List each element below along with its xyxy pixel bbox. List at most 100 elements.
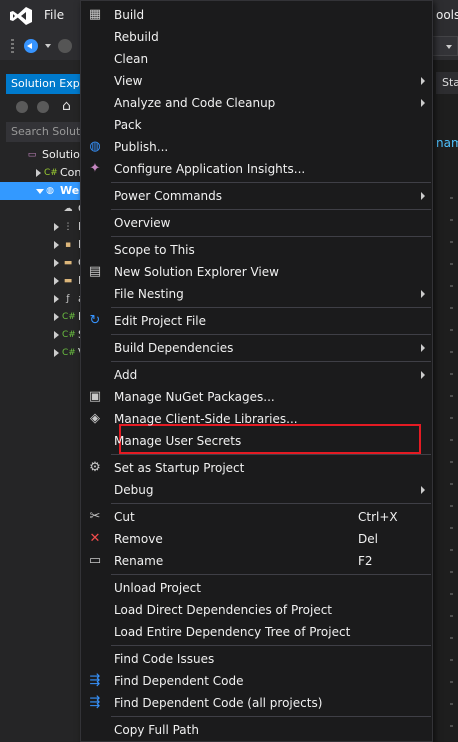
menu-item-find-dependent-code-all-projects[interactable]: ⇶ Find Dependent Code (all projects) [81,692,432,714]
menu-item-manage-nuget-packages[interactable]: ▣ Manage NuGet Packages... [81,386,432,408]
tab-startup[interactable]: Sta [436,72,458,94]
connected-services-icon: ☁ [63,204,73,214]
collapsed-arrow-icon[interactable] [54,349,59,357]
menu-item-label: Find Dependent Code [114,674,244,688]
tree-item[interactable]: ▬C [0,254,80,272]
tree-item[interactable]: ▭ Solution [0,146,80,164]
tree-item[interactable]: C# Con [0,164,80,182]
menu-tools[interactable]: ools [436,8,458,22]
tree-item[interactable]: ▪P [0,236,80,254]
tree-item[interactable]: ☁C [0,200,81,218]
tab-solution-explorer[interactable]: Solution Expl [6,74,80,94]
collapsed-arrow-icon[interactable] [54,295,59,303]
submenu-arrow-icon [421,192,425,200]
menu-item-label: Find Code Issues [114,652,215,666]
menu-item-new-solution-explorer-view[interactable]: ▤ New Solution Explorer View [81,261,432,283]
menu-item-label: Manage User Secrets [114,434,242,448]
find-dependent-icon: ⇶ [89,673,101,688]
menu-item-copy-full-path[interactable]: Copy Full Path [81,719,432,741]
menu-item-label: Configure Application Insights... [114,162,306,176]
menu-item-overview[interactable]: Overview [81,212,432,234]
menu-item-find-dependent-code[interactable]: ⇶ Find Dependent Code [81,670,432,692]
menu-file[interactable]: File [44,8,64,22]
client-libraries-icon: ◈ [90,411,100,426]
menu-item-find-code-issues[interactable]: Find Code Issues [81,648,432,670]
menu-item-rebuild[interactable]: Rebuild [81,26,432,48]
home-icon[interactable]: ⌂ [62,99,77,114]
menu-item-build-dependencies[interactable]: Build Dependencies [81,337,432,359]
menu-item-pack[interactable]: Pack [81,114,432,136]
scissors-icon: ✂ [89,509,101,524]
toolbar-dropdown[interactable] [432,36,458,56]
gear-icon: ⚙ [89,460,101,475]
menu-item-view[interactable]: View [81,70,432,92]
collapsed-arrow-icon[interactable] [36,169,41,177]
code-editor[interactable] [436,96,458,742]
menu-item-configure-application-insights[interactable]: ✦ Configure Application Insights... [81,158,432,180]
solution-tree: ▭SolutionC#Con◍Web☁C⋮D▪P▬C▬MƒaC#PC#SC#V [0,146,80,362]
menu-item-publish[interactable]: ◍ Publish... [81,136,432,158]
new-window-icon: ▤ [88,264,102,279]
collapsed-arrow-icon[interactable] [54,277,59,285]
menu-item-remove[interactable]: ✕ Remove Del [81,528,432,550]
menu-item-edit-project-file[interactable]: ↻ Edit Project File [81,310,432,332]
tree-item[interactable]: C#S [0,326,80,344]
menu-item-debug[interactable]: Debug [81,479,432,501]
collapsed-arrow-icon[interactable] [54,313,59,321]
chevron-down-icon[interactable] [45,44,51,51]
menu-item-label: Manage NuGet Packages... [114,390,275,404]
solution-icon: ▭ [27,150,37,160]
tree-item[interactable]: ƒa [0,290,80,308]
submenu-arrow-icon [421,486,425,494]
menu-item-label: Power Commands [114,189,223,203]
collapsed-arrow-icon[interactable] [54,241,59,249]
menu-item-file-nesting[interactable]: File Nesting [81,283,432,305]
menu-item-label: Clean [114,52,149,66]
indent-guides [450,180,453,740]
menu-item-load-direct-dependencies-of-project[interactable]: Load Direct Dependencies of Project [81,599,432,621]
collapsed-arrow-icon[interactable] [54,223,59,231]
menu-item-label: Set as Startup Project [114,461,245,475]
menu-item-load-entire-dependency-tree-of-project[interactable]: Load Entire Dependency Tree of Project [81,621,432,643]
menu-item-cut[interactable]: ✂ Cut Ctrl+X [81,506,432,528]
editor-code-text: nam [436,136,458,150]
navigate-back-icon[interactable] [24,39,38,53]
menu-item-manage-user-secrets[interactable]: Manage User Secrets [81,430,432,452]
menu-item-add[interactable]: Add [81,364,432,386]
menu-separator [111,503,431,504]
menu-item-analyze-and-code-cleanup[interactable]: Analyze and Code Cleanup [81,92,432,114]
tree-item[interactable]: ◍ Web [0,182,80,200]
menu-item-set-as-startup-project[interactable]: ⚙ Set as Startup Project [81,457,432,479]
menu-item-clean[interactable]: Clean [81,48,432,70]
tree-item[interactable]: ▬M [0,272,80,290]
config-file-icon: ƒ [66,294,70,304]
back-icon[interactable] [16,101,28,113]
menu-separator [111,236,431,237]
project-context-menu: ▦ Build Rebuild Clean View Analyze and Code C… [80,0,433,742]
menu-item-label: Edit Project File [114,314,207,328]
submenu-arrow-icon [421,290,425,298]
expanded-arrow-icon[interactable] [36,189,44,194]
collapsed-arrow-icon[interactable] [54,331,59,339]
tree-item[interactable]: C#V [0,344,80,362]
menu-item-manage-client-side-libraries[interactable]: ◈ Manage Client-Side Libraries... [81,408,432,430]
menu-item-label: Cut [114,510,135,524]
toolbar-grip[interactable] [11,39,14,53]
menu-separator [111,574,431,575]
visual-studio-logo-icon [10,7,32,25]
build-icon: ▦ [88,7,102,22]
menu-item-build[interactable]: ▦ Build [81,4,432,26]
solution-explorer-search-input[interactable]: Search Solutio [6,122,80,142]
menu-item-rename[interactable]: ▭ Rename F2 [81,550,432,572]
collapsed-arrow-icon[interactable] [54,259,59,267]
navigate-forward-icon[interactable] [58,39,72,53]
menu-item-power-commands[interactable]: Power Commands [81,185,432,207]
edit-refresh-icon: ↻ [89,313,101,328]
tree-item[interactable]: ⋮D [0,218,80,236]
forward-icon[interactable] [37,101,49,113]
menu-item-label: Analyze and Code Cleanup [114,96,276,110]
menu-item-unload-project[interactable]: Unload Project [81,577,432,599]
menu-separator [111,182,431,183]
menu-item-scope-to-this[interactable]: Scope to This [81,239,432,261]
tree-item[interactable]: C#P [0,308,80,326]
